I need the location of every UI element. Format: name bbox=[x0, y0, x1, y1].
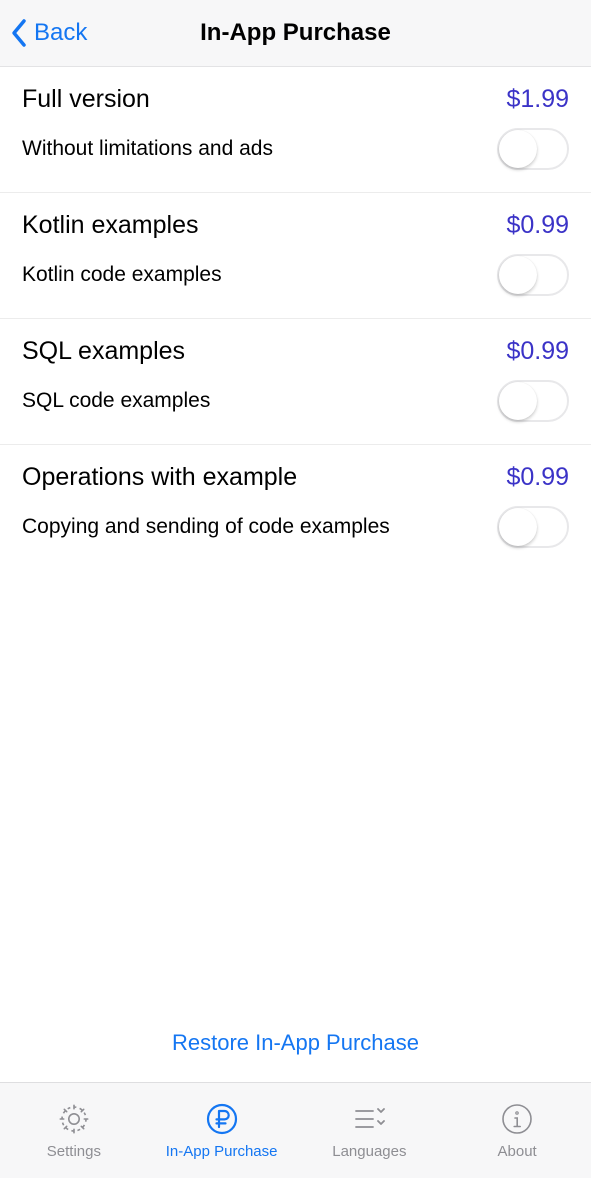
tab-settings[interactable]: Settings bbox=[0, 1083, 148, 1178]
iap-subtitle: Copying and sending of code examples bbox=[22, 515, 497, 539]
toggle-full-version[interactable] bbox=[497, 128, 569, 170]
restore-button[interactable]: Restore In-App Purchase bbox=[172, 1030, 419, 1055]
tab-languages[interactable]: Languages bbox=[296, 1083, 444, 1178]
tab-label: About bbox=[498, 1143, 537, 1160]
iap-subtitle: Kotlin code examples bbox=[22, 263, 497, 287]
tab-label: Languages bbox=[332, 1143, 406, 1160]
tab-in-app-purchase[interactable]: In-App Purchase bbox=[148, 1083, 296, 1178]
info-icon bbox=[499, 1101, 535, 1137]
iap-title: Kotlin examples bbox=[22, 211, 198, 240]
iap-price[interactable]: $1.99 bbox=[506, 85, 569, 114]
back-button[interactable]: Back bbox=[0, 18, 87, 48]
tab-label: In-App Purchase bbox=[166, 1143, 278, 1160]
iap-title: SQL examples bbox=[22, 337, 185, 366]
gear-icon bbox=[56, 1101, 92, 1137]
toggle-kotlin[interactable] bbox=[497, 254, 569, 296]
toggle-operations[interactable] bbox=[497, 506, 569, 548]
iap-price[interactable]: $0.99 bbox=[506, 211, 569, 240]
tab-label: Settings bbox=[47, 1143, 101, 1160]
navbar: Back In-App Purchase bbox=[0, 0, 591, 67]
iap-row-sql: SQL examples $0.99 SQL code examples bbox=[0, 319, 591, 445]
content-filler bbox=[0, 570, 591, 1006]
tab-about[interactable]: About bbox=[443, 1083, 591, 1178]
tab-bar: Settings In-App Purchase Languages bbox=[0, 1082, 591, 1178]
iap-subtitle: Without limitations and ads bbox=[22, 137, 497, 161]
ruble-circle-icon bbox=[204, 1101, 240, 1137]
iap-price[interactable]: $0.99 bbox=[506, 463, 569, 492]
iap-list: Full version $1.99 Without limitations a… bbox=[0, 67, 591, 570]
page-title: In-App Purchase bbox=[0, 19, 591, 47]
iap-row-full-version: Full version $1.99 Without limitations a… bbox=[0, 67, 591, 193]
chevron-left-icon bbox=[10, 18, 28, 48]
restore-area: Restore In-App Purchase bbox=[0, 1006, 591, 1082]
iap-title: Operations with example bbox=[22, 463, 297, 492]
toggle-sql[interactable] bbox=[497, 380, 569, 422]
iap-subtitle: SQL code examples bbox=[22, 389, 497, 413]
iap-title: Full version bbox=[22, 85, 150, 114]
back-label: Back bbox=[34, 19, 87, 47]
iap-price[interactable]: $0.99 bbox=[506, 337, 569, 366]
iap-row-operations: Operations with example $0.99 Copying an… bbox=[0, 445, 591, 570]
iap-row-kotlin: Kotlin examples $0.99 Kotlin code exampl… bbox=[0, 193, 591, 319]
list-chevrons-icon bbox=[349, 1101, 389, 1137]
